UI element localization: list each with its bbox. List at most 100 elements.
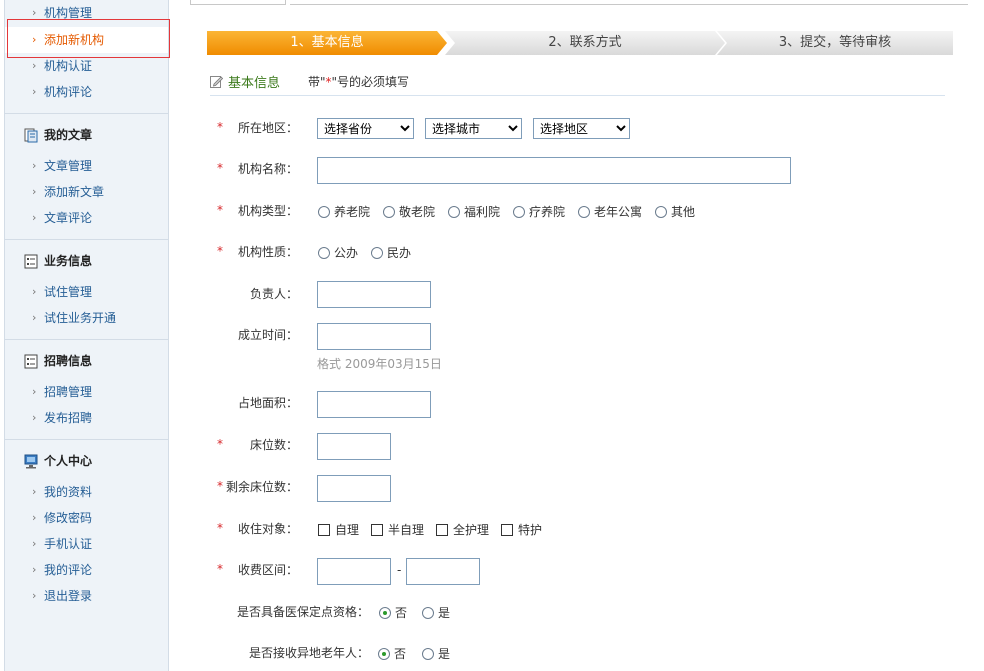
- sidebar-item-label: 试住管理: [44, 285, 93, 299]
- insurance-option-yes[interactable]: 是: [422, 605, 450, 621]
- radio-button[interactable]: [378, 648, 390, 660]
- accept-option[interactable]: 自理: [318, 522, 359, 538]
- progress-steps: 1、基本信息 2、联系方式 3、提交，等待审核: [207, 31, 953, 55]
- area-label: 占地面积：: [238, 396, 299, 410]
- sidebar-item-trial-manage[interactable]: › 试住管理: [5, 279, 168, 305]
- radio-button[interactable]: [422, 648, 434, 660]
- org-type-option[interactable]: 老年公寓: [578, 204, 642, 220]
- sidebar-item-article-manage[interactable]: › 文章管理: [5, 153, 168, 179]
- radio-button[interactable]: [318, 247, 330, 259]
- chevron-right-icon: ›: [32, 159, 37, 172]
- fee-label: 收费区间：: [238, 563, 299, 577]
- radio-button[interactable]: [448, 206, 460, 218]
- option-label: 公办: [334, 246, 359, 260]
- org-type-option[interactable]: 敬老院: [383, 204, 435, 220]
- beds-label: 床位数：: [250, 438, 299, 452]
- radio-button[interactable]: [383, 206, 395, 218]
- sidebar-item-add-article[interactable]: › 添加新文章: [5, 179, 168, 205]
- remote-elderly-label: 是否接收异地老年人：: [249, 646, 370, 660]
- option-label: 全护理: [453, 523, 490, 537]
- list-icon: [24, 254, 38, 269]
- computer-icon: [24, 454, 38, 469]
- insurance-option-no[interactable]: 否: [379, 605, 407, 621]
- fee-min-input[interactable]: [317, 558, 391, 585]
- remote-elderly-option-no[interactable]: 否: [378, 646, 406, 662]
- sidebar-divider: [5, 113, 168, 114]
- option-label: 是: [438, 606, 451, 620]
- option-label: 是: [438, 647, 451, 661]
- option-label: 民办: [387, 246, 412, 260]
- required-mark: *: [217, 479, 223, 493]
- radio-button[interactable]: [422, 607, 434, 619]
- beds-input[interactable]: [317, 433, 391, 460]
- sidebar-item-org-review[interactable]: › 机构评论: [5, 79, 168, 105]
- sidebar-item-label: 招聘管理: [44, 385, 93, 399]
- sidebar-item-trial-open[interactable]: › 试住业务开通: [5, 305, 168, 331]
- org-type-option[interactable]: 其他: [655, 204, 695, 220]
- radio-button[interactable]: [371, 247, 383, 259]
- accept-label: 收住对象：: [238, 522, 299, 536]
- sidebar-item-my-profile[interactable]: › 我的资料: [5, 479, 168, 505]
- tab-strip-line: [290, 0, 968, 5]
- sidebar-item-label: 我的资料: [44, 485, 93, 499]
- founded-input[interactable]: [317, 323, 431, 350]
- city-select[interactable]: 选择城市: [425, 118, 522, 139]
- province-select[interactable]: 选择省份: [317, 118, 414, 139]
- org-nature-group: 公办 民办: [318, 245, 438, 261]
- accept-option[interactable]: 全护理: [436, 522, 489, 538]
- org-type-option[interactable]: 疗养院: [513, 204, 565, 220]
- section-title: 基本信息: [228, 76, 281, 91]
- remaining-beds-input[interactable]: [317, 475, 391, 502]
- org-type-option[interactable]: 福利院: [448, 204, 500, 220]
- sidebar-item-phone-verify[interactable]: › 手机认证: [5, 531, 168, 557]
- accept-option[interactable]: 特护: [501, 522, 542, 538]
- chevron-right-icon: ›: [32, 85, 37, 98]
- chevron-right-icon: ›: [32, 485, 37, 498]
- chevron-right-icon: ›: [32, 185, 37, 198]
- tab-stub: [190, 0, 286, 5]
- sidebar-item-article-review[interactable]: › 文章评论: [5, 205, 168, 231]
- checkbox[interactable]: [436, 524, 448, 536]
- radio-button[interactable]: [513, 206, 525, 218]
- area-input[interactable]: [317, 391, 431, 418]
- option-label: 自理: [335, 523, 360, 537]
- sidebar-item-my-comments[interactable]: › 我的评论: [5, 557, 168, 583]
- required-note-prefix: 带": [308, 75, 326, 89]
- sidebar: › 机构管理 › 添加新机构 › 机构认证 › 机构评论 我的文章 › 文章管理…: [4, 0, 169, 671]
- sidebar-item-change-password[interactable]: › 修改密码: [5, 505, 168, 531]
- chevron-right-icon: ›: [32, 537, 37, 550]
- radio-button[interactable]: [578, 206, 590, 218]
- checkbox[interactable]: [318, 524, 330, 536]
- step-submit: 3、提交，等待审核: [717, 31, 953, 55]
- org-name-label: 机构名称：: [238, 162, 299, 176]
- fee-max-input[interactable]: [406, 558, 480, 585]
- accept-option[interactable]: 半自理: [371, 522, 424, 538]
- org-name-input[interactable]: [317, 157, 791, 184]
- sidebar-item-recruit-manage[interactable]: › 招聘管理: [5, 379, 168, 405]
- remote-elderly-option-yes[interactable]: 是: [422, 646, 450, 662]
- sidebar-item-logout[interactable]: › 退出登录: [5, 583, 168, 609]
- sidebar-item-label: 文章评论: [44, 211, 93, 225]
- radio-button[interactable]: [318, 206, 330, 218]
- chevron-right-icon: ›: [32, 211, 37, 224]
- checkbox[interactable]: [371, 524, 383, 536]
- sidebar-item-label: 退出登录: [44, 589, 93, 603]
- org-type-option[interactable]: 养老院: [318, 204, 370, 220]
- required-note: 带"*"号的必须填写: [308, 73, 409, 90]
- radio-button[interactable]: [655, 206, 667, 218]
- org-nature-option[interactable]: 民办: [371, 245, 411, 261]
- chevron-right-icon: ›: [32, 511, 37, 524]
- org-nature-option[interactable]: 公办: [318, 245, 358, 261]
- radio-button[interactable]: [379, 607, 391, 619]
- required-mark: *: [217, 120, 223, 134]
- chevron-right-icon: ›: [32, 589, 37, 602]
- sidebar-section-title: 我的文章: [44, 128, 93, 142]
- district-select[interactable]: 选择地区: [533, 118, 630, 139]
- sidebar-item-recruit-publish[interactable]: › 发布招聘: [5, 405, 168, 431]
- option-label: 老年公寓: [594, 205, 643, 219]
- document-icon: [24, 128, 38, 143]
- org-type-label: 机构类型：: [238, 204, 299, 218]
- manager-input[interactable]: [317, 281, 431, 308]
- chevron-right-icon: ›: [32, 311, 37, 324]
- checkbox[interactable]: [501, 524, 513, 536]
